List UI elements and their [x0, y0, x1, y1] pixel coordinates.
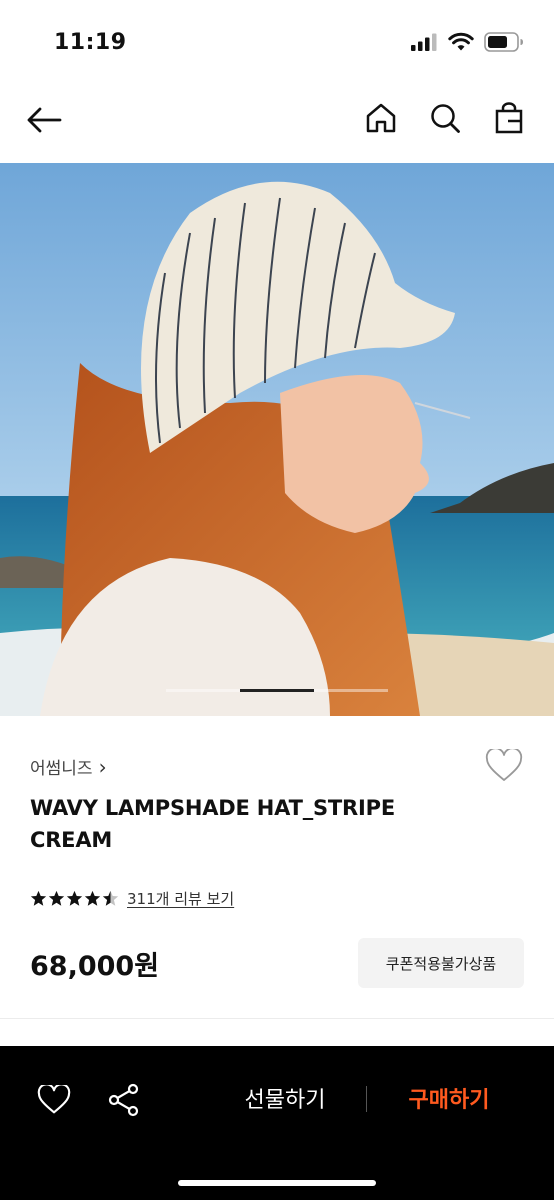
star-icon	[48, 890, 65, 906]
bottom-wishlist-button[interactable]	[34, 1080, 74, 1120]
wifi-icon	[448, 32, 474, 51]
search-button[interactable]	[426, 98, 464, 138]
pager-segment-active	[240, 689, 314, 692]
rating-row: 311개 리뷰 보기	[30, 888, 234, 909]
product-price: 68,000원	[30, 951, 160, 982]
wishlist-button[interactable]	[484, 746, 524, 786]
pager-segment	[314, 689, 388, 692]
review-link[interactable]: 311개 리뷰 보기	[127, 888, 234, 909]
heart-outline-icon	[37, 1085, 71, 1114]
brand-link[interactable]: 어썸니즈 ›	[30, 754, 107, 780]
status-icons	[410, 32, 524, 52]
image-pager	[166, 689, 388, 692]
share-icon	[108, 1083, 139, 1117]
heart-outline-icon	[485, 749, 523, 781]
button-separator	[366, 1086, 367, 1112]
back-arrow-icon	[27, 107, 62, 133]
star-icon	[30, 890, 47, 906]
top-nav-bar	[0, 84, 554, 156]
star-half-icon	[102, 890, 119, 906]
coupon-badge: 쿠폰적용불가상품	[358, 938, 524, 988]
nav-actions	[362, 98, 528, 138]
star-icon	[66, 890, 83, 906]
gift-button[interactable]: 선물하기	[220, 1082, 350, 1114]
status-bar: 11:19	[0, 0, 554, 80]
cellular-signal-icon	[411, 33, 437, 51]
battery-icon	[484, 32, 523, 52]
shopping-bag-button[interactable]	[490, 98, 528, 138]
home-button[interactable]	[362, 98, 400, 138]
star-icon	[84, 890, 101, 906]
share-button[interactable]	[104, 1080, 144, 1120]
back-button[interactable]	[24, 100, 64, 140]
pager-segment	[166, 689, 240, 692]
product-image-gallery[interactable]	[0, 163, 554, 716]
star-rating	[30, 890, 119, 907]
product-photo	[0, 163, 554, 716]
home-indicator	[178, 1180, 376, 1186]
chevron-right-icon: ›	[98, 754, 107, 779]
search-icon	[431, 104, 460, 133]
status-time: 11:19	[54, 30, 127, 55]
shopping-bag-icon	[495, 102, 523, 134]
home-icon	[366, 103, 396, 133]
product-title: WAVY LAMPSHADE HAT_STRIPE CREAM	[30, 796, 395, 852]
bottom-action-bar: 선물하기 구매하기	[0, 1046, 554, 1200]
brand-name: 어썸니즈	[30, 759, 93, 779]
section-divider	[0, 1018, 554, 1019]
buy-button[interactable]: 구매하기	[384, 1082, 514, 1114]
